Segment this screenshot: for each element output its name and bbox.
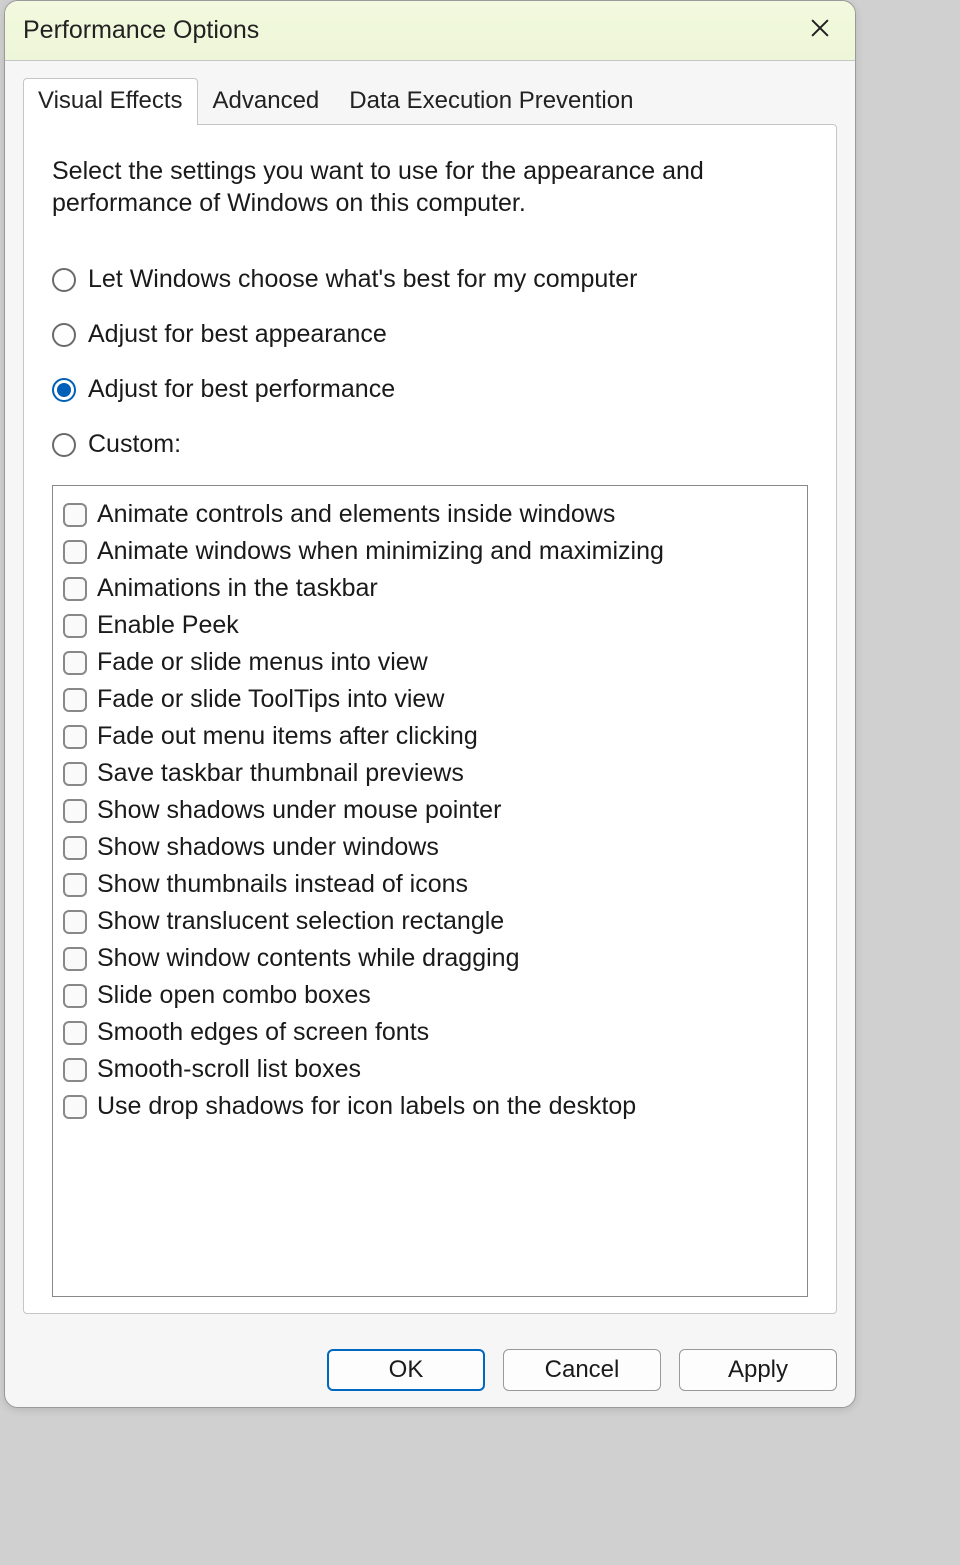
checklist-item[interactable]: Show thumbnails instead of icons: [63, 866, 797, 903]
checklist-item[interactable]: Show shadows under mouse pointer: [63, 792, 797, 829]
tab-strip: Visual Effects Advanced Data Execution P…: [5, 61, 855, 124]
checkbox-icon: [63, 1058, 87, 1082]
radio-label: Custom:: [88, 430, 181, 459]
tab-label: Advanced: [213, 87, 320, 114]
checklist-item[interactable]: Show translucent selection rectangle: [63, 903, 797, 940]
checklist-item[interactable]: Animations in the taskbar: [63, 570, 797, 607]
checkbox-icon: [63, 910, 87, 934]
checklist-item[interactable]: Use drop shadows for icon labels on the …: [63, 1088, 797, 1125]
radio-option[interactable]: Let Windows choose what's best for my co…: [52, 265, 808, 294]
checkbox-icon: [63, 688, 87, 712]
tab-visual-effects[interactable]: Visual Effects: [23, 78, 198, 125]
radio-icon: [52, 378, 76, 402]
checklist-item[interactable]: Animate controls and elements inside win…: [63, 496, 797, 533]
radio-label: Let Windows choose what's best for my co…: [88, 265, 637, 294]
button-label: Apply: [728, 1356, 788, 1384]
tab-advanced[interactable]: Advanced: [198, 78, 335, 125]
checklist-item[interactable]: Show shadows under windows: [63, 829, 797, 866]
radio-label: Adjust for best appearance: [88, 320, 387, 349]
titlebar: Performance Options: [5, 1, 855, 61]
radio-icon: [52, 433, 76, 457]
radio-icon: [52, 268, 76, 292]
cancel-button[interactable]: Cancel: [503, 1349, 661, 1391]
checklist-item[interactable]: Smooth edges of screen fonts: [63, 1014, 797, 1051]
performance-options-window: Performance Options Visual Effects Advan…: [4, 0, 856, 1408]
checklist-item[interactable]: Show window contents while dragging: [63, 940, 797, 977]
window-title: Performance Options: [23, 16, 259, 45]
button-label: OK: [389, 1356, 424, 1384]
checklist-item-label: Fade out menu items after clicking: [97, 722, 478, 751]
checkbox-icon: [63, 577, 87, 601]
ok-button[interactable]: OK: [327, 1349, 485, 1391]
radio-option[interactable]: Adjust for best appearance: [52, 320, 808, 349]
checklist-item-label: Show window contents while dragging: [97, 944, 519, 973]
visual-effects-checklist[interactable]: Animate controls and elements inside win…: [52, 485, 808, 1297]
checkbox-icon: [63, 614, 87, 638]
radio-label: Adjust for best performance: [88, 375, 395, 404]
apply-button[interactable]: Apply: [679, 1349, 837, 1391]
checklist-item[interactable]: Fade or slide menus into view: [63, 644, 797, 681]
checklist-item-label: Animate controls and elements inside win…: [97, 500, 615, 529]
intro-text: Select the settings you want to use for …: [52, 155, 732, 219]
checklist-item-label: Save taskbar thumbnail previews: [97, 759, 464, 788]
checkbox-icon: [63, 873, 87, 897]
checklist-item-label: Enable Peek: [97, 611, 239, 640]
tab-panel-visual-effects: Select the settings you want to use for …: [23, 124, 837, 1314]
radio-option[interactable]: Custom:: [52, 430, 808, 459]
checklist-item[interactable]: Enable Peek: [63, 607, 797, 644]
checkbox-icon: [63, 836, 87, 860]
checklist-item-label: Show thumbnails instead of icons: [97, 870, 468, 899]
checkbox-icon: [63, 799, 87, 823]
checklist-item-label: Smooth edges of screen fonts: [97, 1018, 429, 1047]
checklist-item-label: Show shadows under mouse pointer: [97, 796, 501, 825]
checklist-item[interactable]: Smooth-scroll list boxes: [63, 1051, 797, 1088]
close-icon: [809, 17, 831, 44]
checkbox-icon: [63, 1095, 87, 1119]
checklist-item[interactable]: Fade out menu items after clicking: [63, 718, 797, 755]
checklist-item-label: Fade or slide ToolTips into view: [97, 685, 444, 714]
radio-icon: [52, 323, 76, 347]
checkbox-icon: [63, 947, 87, 971]
checkbox-icon: [63, 762, 87, 786]
checklist-item-label: Animations in the taskbar: [97, 574, 378, 603]
checkbox-icon: [63, 503, 87, 527]
checkbox-icon: [63, 540, 87, 564]
close-button[interactable]: [803, 14, 837, 48]
checklist-item-label: Use drop shadows for icon labels on the …: [97, 1092, 636, 1121]
tab-label: Data Execution Prevention: [349, 87, 633, 114]
tab-data-execution-prevention[interactable]: Data Execution Prevention: [334, 78, 648, 125]
dialog-button-bar: OK Cancel Apply: [327, 1349, 837, 1391]
radio-option[interactable]: Adjust for best performance: [52, 375, 808, 404]
checklist-item-label: Show shadows under windows: [97, 833, 439, 862]
button-label: Cancel: [545, 1356, 620, 1384]
checklist-item[interactable]: Slide open combo boxes: [63, 977, 797, 1014]
checklist-item-label: Smooth-scroll list boxes: [97, 1055, 361, 1084]
checklist-item-label: Animate windows when minimizing and maxi…: [97, 537, 664, 566]
checklist-item-label: Fade or slide menus into view: [97, 648, 428, 677]
checkbox-icon: [63, 725, 87, 749]
checklist-item-label: Slide open combo boxes: [97, 981, 371, 1010]
checkbox-icon: [63, 984, 87, 1008]
checklist-item[interactable]: Animate windows when minimizing and maxi…: [63, 533, 797, 570]
tab-label: Visual Effects: [38, 87, 183, 114]
checklist-item[interactable]: Save taskbar thumbnail previews: [63, 755, 797, 792]
checkbox-icon: [63, 651, 87, 675]
checklist-item[interactable]: Fade or slide ToolTips into view: [63, 681, 797, 718]
checkbox-icon: [63, 1021, 87, 1045]
checklist-item-label: Show translucent selection rectangle: [97, 907, 504, 936]
